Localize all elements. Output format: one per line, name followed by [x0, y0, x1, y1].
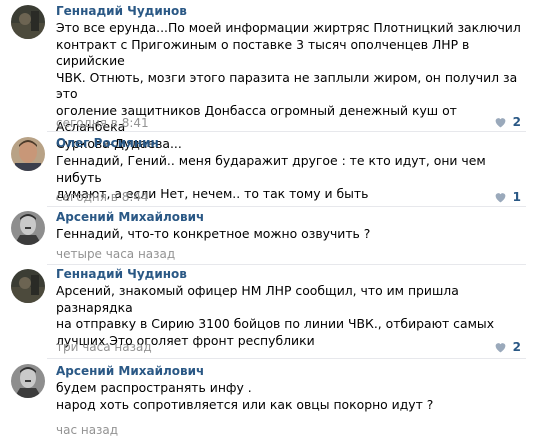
- like-button[interactable]: 2: [494, 115, 521, 129]
- divider: [47, 264, 526, 265]
- avatar[interactable]: [11, 269, 45, 303]
- comment-author[interactable]: Арсений Михайлович: [56, 364, 204, 378]
- heart-icon: [495, 343, 506, 353]
- heart-icon: [495, 193, 506, 203]
- comment-author[interactable]: Геннадий Чудинов: [56, 267, 187, 281]
- comment-author[interactable]: Олег Росиянин: [56, 136, 159, 150]
- divider: [47, 131, 526, 132]
- comment-text: будем распространять инфу . народ хоть с…: [56, 380, 434, 412]
- avatar[interactable]: [11, 137, 45, 171]
- avatar[interactable]: [11, 364, 45, 398]
- comment-author[interactable]: Геннадий Чудинов: [56, 4, 187, 18]
- like-count: 2: [512, 115, 521, 129]
- avatar[interactable]: [11, 211, 45, 245]
- divider: [47, 206, 526, 207]
- comment-author[interactable]: Арсений Михайлович: [56, 210, 204, 224]
- comments-thread: Геннадий Чудинов Это все ерунда...По мое…: [0, 0, 536, 445]
- like-count: 2: [512, 340, 521, 354]
- comment-time[interactable]: три часа назад: [56, 340, 152, 354]
- like-count: 1: [512, 190, 521, 204]
- avatar[interactable]: [11, 5, 45, 39]
- comment-time[interactable]: сегодня в 8:44: [56, 190, 149, 204]
- like-button[interactable]: 2: [494, 340, 521, 354]
- comment-time[interactable]: час назад: [56, 423, 118, 437]
- like-button[interactable]: 1: [494, 190, 521, 204]
- comment-time[interactable]: четыре часа назад: [56, 247, 175, 261]
- comment-text: Геннадий, что-то конкретное можно озвучи…: [56, 226, 371, 241]
- comment-time[interactable]: сегодня в 8:41: [56, 116, 149, 130]
- heart-icon: [495, 118, 506, 128]
- comment-text: Это все ерунда...По моей информации жирт…: [56, 20, 521, 151]
- divider: [47, 358, 526, 359]
